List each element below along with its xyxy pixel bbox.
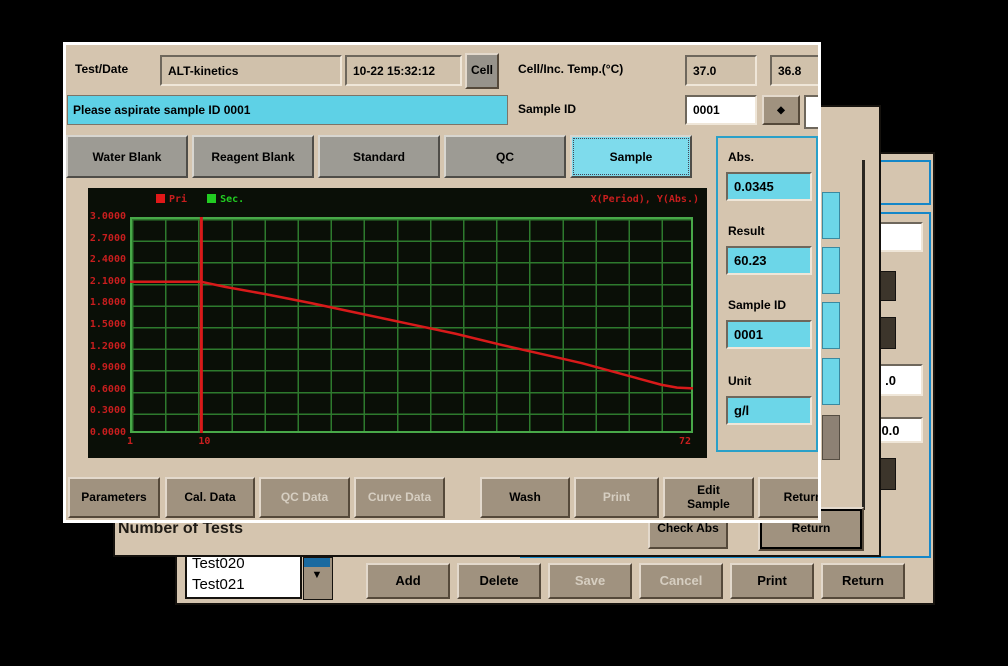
kinetics-curve — [130, 217, 693, 433]
unit-value-field: g/l — [726, 396, 812, 425]
y-tick-label: 0.6000 — [90, 384, 126, 395]
y-tick-label: 0.0000 — [90, 427, 126, 438]
clipped-field-sliver — [804, 95, 821, 129]
return-button-front[interactable]: Return — [758, 477, 821, 518]
hidden-cyan-field-4 — [822, 358, 840, 405]
x-tick-label: 10 — [198, 436, 210, 447]
temp-field-2: 36.8 — [770, 55, 821, 86]
test-dropdown-button[interactable]: ▼ — [303, 557, 333, 600]
save-button[interactable]: Save — [548, 563, 632, 599]
hidden-cyan-field-1 — [822, 192, 840, 239]
dropdown-highlight — [304, 558, 330, 567]
cell-button[interactable]: Cell — [465, 53, 499, 89]
chevron-down-icon: ▼ — [304, 569, 330, 581]
print-button[interactable]: Print — [730, 563, 814, 599]
window-measurement: Test/Date ALT-kinetics 10-22 15:32:12 Ce… — [63, 42, 821, 523]
x-axis-ticks: 1 10 72 — [130, 436, 693, 452]
chart-corner-label: X(Period), Y(Abs.) — [591, 194, 699, 205]
panel-sample-id-field: 0001 — [726, 320, 812, 349]
status-message: Please aspirate sample ID 0001 — [67, 95, 508, 125]
desktop: { "front_window": { "row1": { "test_date… — [0, 0, 1008, 666]
tab-water-blank[interactable]: Water Blank — [66, 135, 188, 178]
sample-id-spinner-button[interactable]: ◆ — [762, 95, 800, 125]
hidden-cyan-field-3 — [822, 302, 840, 349]
panel-divider — [862, 160, 865, 510]
y-tick-label: 1.2000 — [90, 341, 126, 352]
curve-data-button[interactable]: Curve Data — [354, 477, 445, 518]
kinetics-chart: Pri Sec. X(Period), Y(Abs.) 3.0000 2.7000… — [88, 188, 707, 458]
tab-reagent-blank[interactable]: Reagent Blank — [192, 135, 314, 178]
cal-data-button[interactable]: Cal. Data — [165, 477, 255, 518]
tab-standard[interactable]: Standard — [318, 135, 440, 178]
add-button[interactable]: Add — [366, 563, 450, 599]
test-listbox[interactable]: Test020 Test021 — [185, 550, 302, 599]
chart-legend: Pri Sec. — [156, 194, 244, 205]
return-button[interactable]: Return — [821, 563, 905, 599]
abs-value-field: 0.0345 — [726, 172, 812, 201]
panel-sample-id-label: Sample ID — [728, 298, 786, 312]
datetime-field: 10-22 15:32:12 — [345, 55, 462, 86]
print-button-front[interactable]: Print — [574, 477, 659, 518]
wash-button[interactable]: Wash — [480, 477, 570, 518]
test-name-field: ALT-kinetics — [160, 55, 342, 86]
legend-label-pri: Pri — [169, 194, 187, 205]
tab-qc[interactable]: QC — [444, 135, 566, 178]
abs-label: Abs. — [728, 150, 754, 164]
hidden-cyan-field-2 — [822, 247, 840, 294]
qc-data-button[interactable]: QC Data — [259, 477, 350, 518]
sample-id-input[interactable]: 0001 — [685, 95, 757, 125]
delete-button[interactable]: Delete — [457, 563, 541, 599]
hidden-gray-button — [822, 415, 840, 460]
legend-swatch-sec — [207, 194, 216, 203]
legend-label-sec: Sec. — [220, 194, 244, 205]
unit-label: Unit — [728, 374, 751, 388]
list-item[interactable]: Test021 — [192, 574, 300, 595]
tab-sample[interactable]: Sample — [570, 135, 692, 178]
y-tick-label: 2.1000 — [90, 276, 126, 287]
y-tick-label: 0.9000 — [90, 362, 126, 373]
y-tick-label: 1.5000 — [90, 319, 126, 330]
x-tick-label: 72 — [679, 436, 691, 447]
y-tick-label: 3.0000 — [90, 211, 126, 222]
parameters-button[interactable]: Parameters — [68, 477, 160, 518]
y-tick-label: 0.3000 — [90, 405, 126, 416]
test-date-label: Test/Date — [75, 62, 128, 76]
temp-field-1: 37.0 — [685, 55, 757, 86]
x-tick-label: 1 — [127, 436, 133, 447]
sample-id-label: Sample ID — [518, 102, 576, 116]
result-value-field: 60.23 — [726, 246, 812, 275]
cancel-button[interactable]: Cancel — [639, 563, 723, 599]
result-label: Result — [728, 224, 765, 238]
temp-label: Cell/Inc. Temp.(°C) — [518, 62, 623, 76]
y-tick-label: 1.8000 — [90, 297, 126, 308]
y-axis-ticks: 3.0000 2.7000 2.4000 2.1000 1.8000 1.5000 1.20… — [88, 188, 126, 458]
edit-sample-button[interactable]: Edit Sample — [663, 477, 754, 518]
legend-swatch-pri — [156, 194, 165, 203]
y-tick-label: 2.7000 — [90, 233, 126, 244]
y-tick-label: 2.4000 — [90, 254, 126, 265]
